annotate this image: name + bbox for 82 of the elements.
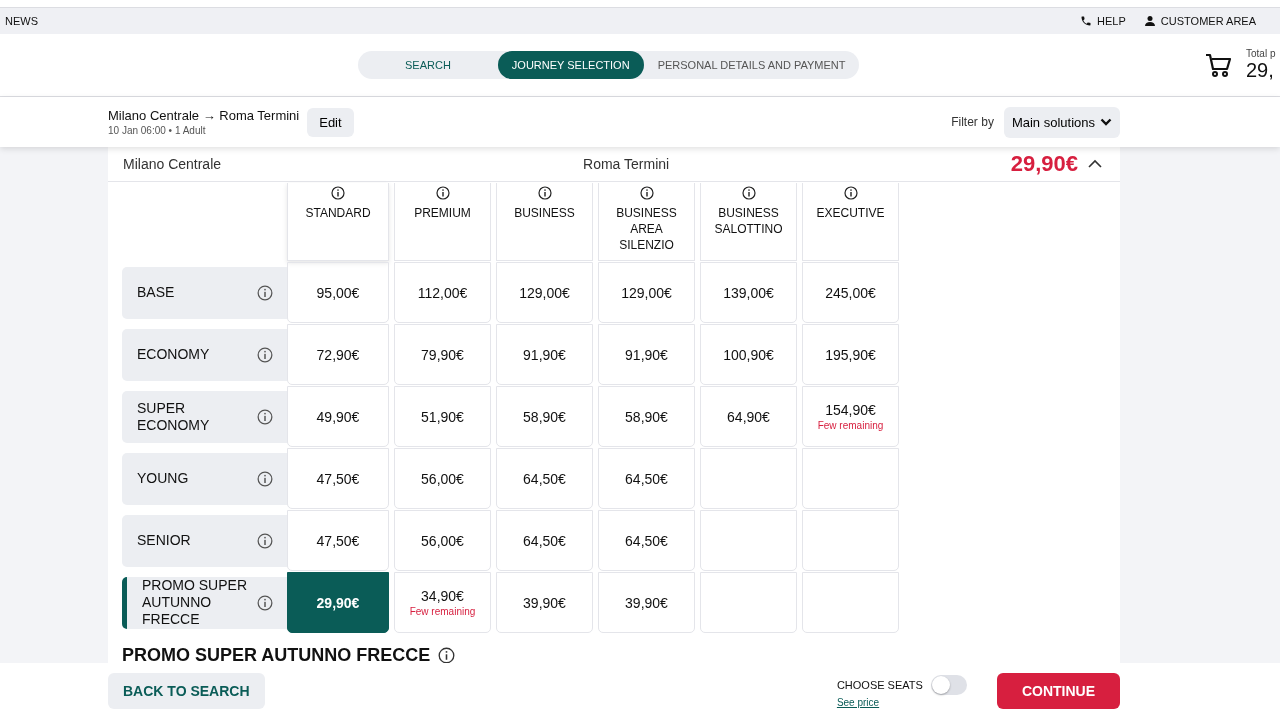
class-name: BUSINESS SALOTTINO	[713, 205, 784, 237]
price-cell[interactable]: 129,00€	[496, 262, 593, 323]
info-icon[interactable]	[257, 532, 273, 549]
step-tab[interactable]: JOURNEY SELECTION	[497, 51, 644, 79]
total-amount: 29,	[1246, 59, 1275, 82]
price-cell[interactable]: 47,50€	[287, 448, 389, 509]
info-icon[interactable]	[257, 346, 273, 363]
price-cell[interactable]: 29,90€	[287, 572, 389, 633]
class-name: BUSINESS	[513, 205, 576, 221]
price-cell[interactable]: 91,90€	[598, 324, 695, 385]
back-to-search-button[interactable]: BACK TO SEARCH	[108, 673, 265, 709]
see-price-link[interactable]: See price	[836, 696, 967, 708]
price-cell[interactable]: 49,90€	[287, 386, 389, 447]
fare-label[interactable]: BASE	[122, 266, 287, 319]
info-icon[interactable]	[331, 186, 345, 200]
arrival-station: Roma Termini	[583, 156, 670, 172]
price-cell[interactable]: 64,50€	[598, 510, 695, 571]
price-cell[interactable]: 56,00€	[394, 510, 491, 571]
solution-price: 29,90€	[1010, 151, 1078, 177]
help-link[interactable]: HELP	[1080, 15, 1126, 27]
price-cell[interactable]: 195,90€	[802, 324, 899, 385]
info-icon[interactable]	[843, 186, 858, 200]
price-cell[interactable]: 64,50€	[496, 510, 593, 571]
price-cell[interactable]: 95,00€	[287, 262, 389, 323]
price-cell[interactable]: 64,50€	[496, 448, 593, 509]
price-cell[interactable]: 51,90€	[394, 386, 491, 447]
filter-dropdown[interactable]: Main solutions	[1003, 106, 1120, 138]
fare-label[interactable]: PROMO SUPER AUTUNNO FRECCE	[122, 576, 287, 629]
price-cell[interactable]: 56,00€	[394, 448, 491, 509]
continue-button[interactable]: CONTINUE	[996, 673, 1120, 709]
chevron-up-icon[interactable]	[1088, 159, 1102, 169]
price-cell[interactable]: 245,00€	[802, 262, 899, 323]
price-cell[interactable]: 72,90€	[287, 324, 389, 385]
info-icon[interactable]	[438, 647, 456, 663]
info-icon[interactable]	[257, 470, 273, 487]
step-tab[interactable]: PERSONAL DETAILS AND PAYMENT	[643, 51, 860, 79]
fare-label[interactable]: ECONOMY	[122, 328, 287, 381]
price-cell[interactable]: 64,90€	[700, 386, 797, 447]
price-cell[interactable]: 47,50€	[287, 510, 389, 571]
price-cell[interactable]: 34,90€ Few remaining	[394, 572, 491, 633]
seats-toggle[interactable]	[930, 674, 967, 695]
price-cell[interactable]: 58,90€	[598, 386, 695, 447]
price-cell[interactable]: 139,00€	[700, 262, 797, 323]
info-icon[interactable]	[257, 284, 273, 301]
departure-station: Milano Centrale	[123, 156, 222, 172]
class-name: PREMIUM	[413, 205, 472, 221]
price-cell[interactable]: 100,90€	[700, 324, 797, 385]
offer-heading: PROMO SUPER AUTUNNO FRECCE	[122, 645, 431, 663]
fare-label[interactable]: YOUNG	[122, 452, 287, 505]
customer-area-link[interactable]: CUSTOMER AREA	[1143, 15, 1256, 27]
price-cell[interactable]: 58,90€	[496, 386, 593, 447]
info-icon[interactable]	[741, 186, 756, 200]
info-icon[interactable]	[639, 186, 654, 200]
phone-icon	[1080, 15, 1093, 27]
class-name: EXECUTIVE	[815, 205, 886, 221]
step-tab[interactable]: SEARCH	[358, 51, 498, 79]
total-label: Total p	[1246, 48, 1276, 59]
price-cell[interactable]: 39,90€	[598, 572, 695, 633]
info-icon[interactable]	[257, 408, 273, 425]
info-icon[interactable]	[537, 186, 552, 200]
chevron-down-icon	[1100, 117, 1112, 127]
price-cell[interactable]: 39,90€	[496, 572, 593, 633]
price-cell[interactable]: 91,90€	[496, 324, 593, 385]
news-link[interactable]: NEWS	[5, 15, 38, 27]
route-title: Milano Centrale → Roma Termini	[108, 108, 300, 123]
price-cell[interactable]: 79,90€	[394, 324, 491, 385]
fare-label[interactable]: SUPER ECONOMY	[122, 390, 287, 443]
price-cell[interactable]: 64,50€	[598, 448, 695, 509]
price-cell[interactable]: 129,00€	[598, 262, 695, 323]
journey-details: 10 Jan 06:00 • 1 Adult	[108, 125, 207, 136]
price-cell[interactable]: 112,00€	[394, 262, 491, 323]
info-icon[interactable]	[435, 186, 450, 200]
filter-label: Filter by	[951, 115, 994, 129]
edit-button[interactable]: Edit	[307, 107, 354, 137]
class-name: BUSINESS AREA SILENZIO	[615, 205, 678, 253]
price-cell[interactable]: 154,90€ Few remaining	[802, 386, 899, 447]
class-name: STANDARD	[304, 205, 372, 221]
info-icon[interactable]	[257, 594, 273, 611]
cart-icon	[1204, 51, 1232, 79]
user-icon	[1143, 15, 1156, 27]
fare-label[interactable]: SENIOR	[122, 514, 287, 567]
choose-seats-label: CHOOSE SEATS	[836, 678, 923, 691]
